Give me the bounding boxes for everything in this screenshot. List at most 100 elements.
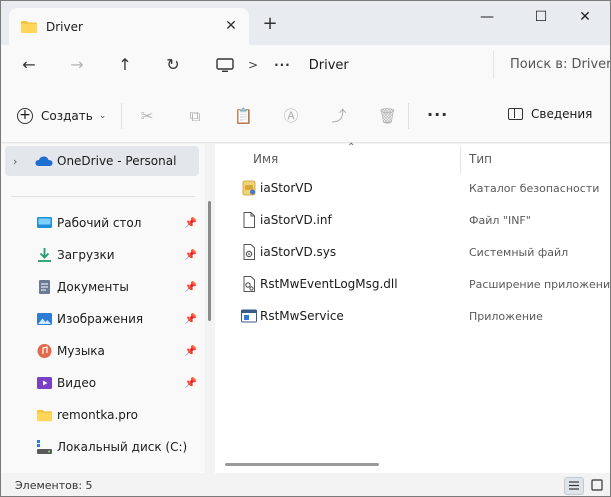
details-label: Сведения [531, 107, 593, 121]
tab-close-button[interactable]: ✕ [223, 18, 239, 34]
delete-icon[interactable]: 🗑 [378, 107, 397, 125]
cut-icon[interactable]: ✂ [138, 107, 156, 125]
file-name: RstMwService [260, 309, 344, 323]
pin-icon: 📌 [184, 281, 197, 293]
folder-icon [37, 409, 52, 422]
folder-icon [21, 21, 37, 33]
sidebar-item-label: OneDrive - Personal [57, 154, 177, 168]
sidebar-item-label: Изображения [57, 312, 144, 326]
sort-ascending-icon: ⌃ [347, 142, 356, 153]
file-type: Расширение приложения [469, 278, 611, 291]
sidebar-item-pictures[interactable]: Изображения 📌 [5, 304, 199, 334]
file-row[interactable]: iaStorVD.inf Файл "INF" [215, 204, 610, 236]
sidebar-item-downloads[interactable]: Загрузки 📌 [5, 240, 199, 270]
sidebar-item-remontka[interactable]: remontka.pro [5, 400, 199, 430]
desktop-icon [37, 217, 52, 228]
create-label: Создать [41, 109, 93, 123]
breadcrumb-separator[interactable]: > [248, 58, 258, 72]
details-button[interactable]: Сведения [508, 107, 592, 121]
new-tab-button[interactable]: + [259, 13, 281, 35]
pin-icon: 📌 [184, 377, 197, 389]
search-input[interactable]: Поиск в: Driver [493, 51, 610, 79]
tiles-view-icon [591, 479, 603, 491]
sidebar-item-local-disk[interactable]: Локальный диск (C:) [5, 432, 199, 462]
tab-title: Driver [46, 19, 83, 34]
horizontal-scrollbar[interactable] [225, 463, 379, 466]
documents-icon [39, 280, 50, 294]
music-icon [37, 344, 52, 358]
pin-icon: 📌 [184, 249, 197, 261]
back-button[interactable]: ← [17, 53, 41, 77]
status-bar: Элементов: 5 [1, 473, 610, 496]
copy-icon[interactable]: ⧉ [186, 107, 204, 125]
chevron-down-icon: ⌄ [98, 111, 107, 121]
forward-button[interactable]: → [65, 53, 89, 77]
tiles-view-button[interactable] [588, 477, 608, 495]
sidebar-item-label: Документы [57, 280, 129, 294]
explorer-window: Driver ✕ + — ☐ ✕ ← → ↑ ↻ > ··· Driver По… [0, 0, 611, 497]
sidebar-item-label: Локальный диск (C:) [57, 440, 188, 454]
file-type: Файл "INF" [469, 214, 531, 227]
navigation-pane: › OneDrive - Personal Рабочий стол 📌 Заг… [1, 144, 205, 473]
breadcrumb-more[interactable]: ··· [274, 58, 291, 72]
download-icon [38, 248, 51, 262]
file-row[interactable]: RstMwEventLogMsg.dll Расширение приложен… [215, 268, 611, 300]
drive-icon [37, 440, 52, 454]
sidebar-item-label: remontka.pro [57, 408, 138, 422]
column-header-name[interactable]: Имя [253, 152, 278, 170]
file-type: Приложение [469, 310, 543, 323]
file-row[interactable]: iaStorVD.sys Системный файл [215, 236, 610, 268]
pin-icon: 📌 [184, 313, 197, 325]
video-icon [37, 377, 52, 389]
chevron-right-icon[interactable]: › [13, 155, 17, 168]
up-button[interactable]: ↑ [113, 53, 137, 77]
minimize-button[interactable]: — [469, 5, 505, 29]
maximize-button[interactable]: ☐ [523, 5, 559, 29]
item-count: Элементов: 5 [15, 479, 93, 492]
sidebar-item-label: Загрузки [57, 248, 115, 262]
sidebar-item-videos[interactable]: Видео 📌 [5, 368, 199, 398]
pin-icon: 📌 [184, 345, 197, 357]
rename-icon[interactable]: Ⓐ [282, 107, 300, 125]
sidebar-item-label: Рабочий стол [57, 216, 142, 230]
title-bar: Driver ✕ + — ☐ ✕ [1, 1, 610, 45]
sidebar-divider [11, 196, 195, 197]
sidebar-item-music[interactable]: Музыка 📌 [5, 336, 199, 366]
more-options-button[interactable]: ··· [427, 105, 448, 124]
file-row[interactable]: iaStorVD Каталог безопасности [215, 172, 610, 204]
sidebar-item-label: Видео [57, 376, 97, 390]
sidebar-item-desktop[interactable]: Рабочий стол 📌 [5, 208, 199, 238]
toolbar-divider [408, 103, 409, 129]
address-bar[interactable]: > ··· Driver [206, 51, 486, 79]
details-view-button[interactable] [564, 477, 584, 495]
close-button[interactable]: ✕ [567, 5, 603, 29]
dll-icon [243, 276, 255, 292]
column-header-type[interactable]: Тип [469, 152, 492, 170]
onedrive-icon [35, 156, 53, 166]
file-row[interactable]: RstMwService Приложение [215, 300, 610, 332]
command-bar: + Создать ⌄ ✂ ⧉ 📋 Ⓐ ⤴ 🗑 ··· Сведения [1, 85, 610, 143]
file-name: iaStorVD.sys [260, 245, 337, 259]
toolbar-divider [121, 103, 122, 129]
tab-driver[interactable]: Driver ✕ [9, 8, 249, 45]
computer-icon [216, 58, 234, 72]
document-icon [243, 212, 255, 228]
navigation-bar: ← → ↑ ↻ > ··· Driver Поиск в: Driver [1, 45, 610, 85]
sidebar-scrollbar[interactable] [208, 201, 211, 321]
paste-icon[interactable]: 📋 [234, 107, 253, 125]
details-pane-icon [508, 108, 523, 120]
pictures-icon [37, 313, 52, 325]
sidebar-item-onedrive[interactable]: › OneDrive - Personal [5, 146, 199, 176]
sidebar-item-documents[interactable]: Документы 📌 [5, 272, 199, 302]
refresh-button[interactable]: ↻ [161, 53, 185, 77]
create-button[interactable]: + Создать ⌄ [17, 103, 106, 129]
breadcrumb-driver[interactable]: Driver [309, 58, 349, 73]
file-name: iaStorVD.inf [260, 213, 332, 227]
file-list: ⌃ Имя Тип iaStorVD Каталог безопасности … [215, 142, 611, 473]
file-type: Каталог безопасности [469, 182, 600, 195]
share-icon[interactable]: ⤴ [330, 107, 348, 125]
pin-icon: 📌 [184, 217, 197, 229]
application-icon [241, 309, 257, 323]
column-divider[interactable] [460, 146, 461, 174]
file-type: Системный файл [469, 246, 569, 259]
